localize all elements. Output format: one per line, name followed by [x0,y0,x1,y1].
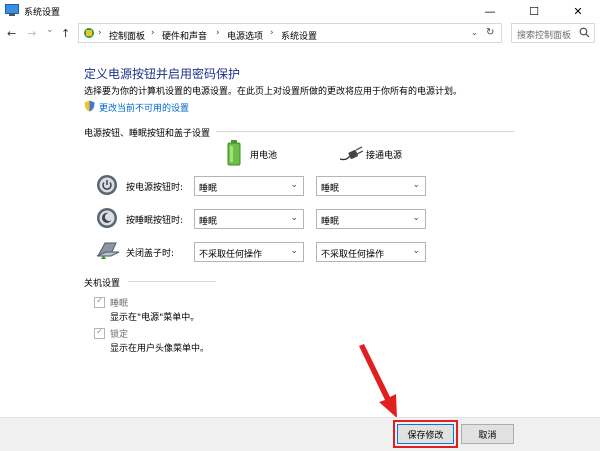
breadcrumb-power-options[interactable]: 电源选项 [227,29,263,42]
breadcrumb-control-panel[interactable]: 控制面板 [109,29,145,42]
select-value: 睡眠 [199,217,218,227]
lock-checkbox-description: 显示在用户头像菜单中。 [110,344,210,354]
chevron-down-icon: ⌄ [290,246,298,256]
change-unavailable-settings-link[interactable]: 更改当前不可用的设置 [99,101,189,114]
minimize-button[interactable]: — [468,0,512,22]
lock-checkbox[interactable]: ✓ [94,327,105,339]
select-value: 睡眠 [199,184,218,194]
annotation-arrow [359,344,397,418]
lid-close-label: 关闭盖子时: [126,249,175,259]
up-button[interactable]: ↑ [61,27,70,40]
search-placeholder: 搜索控制面板 [517,31,572,41]
section-divider [216,131,514,132]
chevron-down-icon: ⌄ [412,180,420,190]
sleep-checkbox-description: 显示在"电源"菜单中。 [110,313,200,323]
search-box[interactable]: 搜索控制面板 [511,23,595,43]
power-button-icon [97,175,117,195]
lid-close-plugged-select[interactable]: 不采取任何操作 ⌄ [316,242,426,262]
sleep-checkbox[interactable]: ✓ [94,296,105,308]
page-title: 定义电源按钮并启用密码保护 [84,67,241,81]
breadcrumb-system-settings[interactable]: 系统设置 [281,29,317,42]
sleep-checkbox-label: 睡眠 [110,299,129,309]
breadcrumb-separator: › [98,28,102,38]
recent-locations-dropdown[interactable]: ⌄ [46,25,54,35]
power-button-label: 按电源按钮时: [126,183,184,193]
power-button-battery-select[interactable]: 睡眠 ⌄ [194,176,304,196]
power-button-plugged-select[interactable]: 睡眠 ⌄ [316,176,426,196]
title-bar: 系统设置 — ☐ ✕ [0,0,600,22]
close-button[interactable]: ✕ [556,0,600,22]
breadcrumb-separator: › [270,28,274,38]
laptop-lid-icon [96,242,120,259]
sleep-button-plugged-select[interactable]: 睡眠 ⌄ [316,209,426,229]
checkmark-icon: ✓ [96,327,104,337]
maximize-button[interactable]: ☐ [512,0,556,22]
section-divider [128,281,216,282]
back-button[interactable]: ← [7,27,16,40]
breadcrumb-hardware-sound[interactable]: 硬件和声音 [162,29,207,42]
window-app-icon [5,4,19,16]
power-section-title: 电源按钮、睡眠按钮和盖子设置 [84,129,211,139]
chevron-down-icon: ⌄ [290,180,298,190]
lid-close-battery-select[interactable]: 不采取任何操作 ⌄ [194,242,304,262]
checkmark-icon: ✓ [96,296,104,306]
sleep-button-label: 按睡眠按钮时: [126,216,184,226]
battery-icon [227,140,241,166]
annotation-highlight-box [393,420,458,448]
sleep-button-icon [97,208,117,228]
address-dropdown-icon[interactable]: ⌄ [471,28,478,37]
select-value: 睡眠 [321,217,340,227]
sleep-button-battery-select[interactable]: 睡眠 ⌄ [194,209,304,229]
window-title: 系统设置 [24,8,61,18]
cancel-button[interactable]: 取消 [461,424,514,444]
plugged-in-column-label: 接通电源 [366,151,403,161]
shield-icon [84,100,95,112]
select-value: 睡眠 [321,184,340,194]
battery-column-label: 用电池 [250,151,278,161]
refresh-icon[interactable]: ↻ [486,27,494,38]
plug-icon [340,146,364,161]
select-value: 不采取任何操作 [321,250,385,260]
forward-button[interactable]: → [27,27,36,40]
address-bar[interactable]: › 控制面板 › 硬件和声音 › 电源选项 › 系统设置 ⌄ ↻ [78,23,502,43]
select-value: 不采取任何操作 [199,250,263,260]
breadcrumb-separator: › [151,28,155,38]
breadcrumb-separator: › [216,28,220,38]
search-icon [579,27,590,38]
chevron-down-icon: ⌄ [290,213,298,223]
chevron-down-icon: ⌄ [412,213,420,223]
page-description: 选择要为你的计算机设置的电源设置。在此页上对设置所做的更改将应用于你所有的电源计… [84,87,463,97]
shutdown-section-title: 关机设置 [84,279,121,289]
lock-checkbox-label: 锁定 [110,330,129,340]
control-panel-icon [84,28,94,38]
chevron-down-icon: ⌄ [412,246,420,256]
